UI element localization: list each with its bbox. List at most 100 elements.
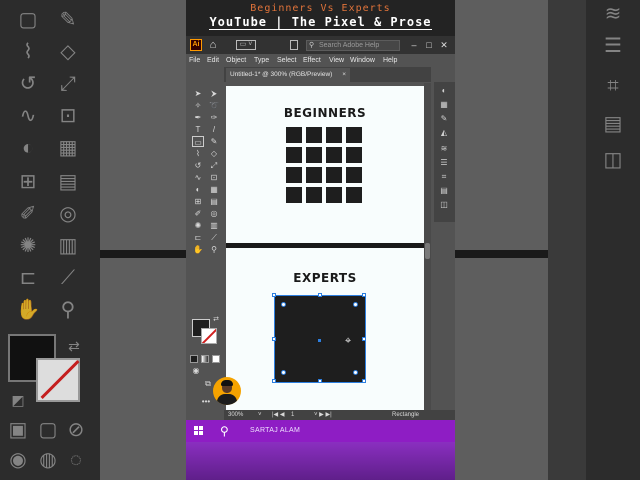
hand-tool-icon[interactable]: ✋ (192, 244, 204, 255)
grid-square[interactable] (346, 187, 362, 203)
scale-tool-icon[interactable]: ⤢ (208, 160, 220, 171)
artboard-next-icon[interactable]: ˅ ▶ ▶| (314, 410, 332, 420)
menu-help[interactable]: Help (383, 56, 397, 65)
grid-square[interactable] (286, 167, 302, 183)
transform-panel-icon[interactable]: ⌗ (438, 172, 450, 182)
eraser-tool-icon[interactable]: ◇ (208, 148, 220, 159)
grid-square[interactable] (286, 127, 302, 143)
artboard-beginners[interactable]: BEGINNERS (226, 86, 424, 244)
grid-square[interactable] (346, 127, 362, 143)
resize-handle-tc[interactable] (318, 293, 322, 297)
line-tool-icon[interactable]: / (208, 124, 220, 135)
minimize-icon[interactable]: – (408, 39, 420, 51)
magic-wand-tool-icon[interactable]: ✧ (192, 100, 204, 111)
shaper-tool-icon[interactable]: ⌇ (192, 148, 204, 159)
close-icon[interactable]: ✕ (438, 39, 450, 51)
grid-square[interactable] (346, 147, 362, 163)
properties-panel-icon[interactable]: ☰ (438, 158, 450, 168)
symbols-panel-icon[interactable]: ◭ (438, 128, 450, 138)
resize-handle-tl[interactable] (272, 293, 276, 297)
layers-panel-icon[interactable]: ≋ (438, 144, 450, 154)
menu-window[interactable]: Window (350, 56, 375, 65)
grid-square[interactable] (326, 187, 342, 203)
grid-square[interactable] (306, 167, 322, 183)
menu-type[interactable]: Type (254, 56, 269, 65)
artboard-tool-icon[interactable]: ⊏ (192, 232, 204, 243)
search-input[interactable]: ⚲ Search Adobe Help (306, 40, 400, 51)
paintbrush-tool-icon[interactable]: ✎ (208, 136, 220, 147)
perspective-grid-tool-icon[interactable]: ▦ (208, 184, 220, 195)
type-tool-icon[interactable]: T (192, 124, 204, 135)
maximize-icon[interactable]: □ (423, 39, 435, 51)
artboard-number[interactable]: 1 (291, 410, 294, 420)
rotate-tool-icon[interactable]: ↺ (192, 160, 204, 171)
resize-handle-bl[interactable] (272, 379, 276, 383)
resize-handle-br[interactable] (362, 379, 366, 383)
symbol-sprayer-tool-icon[interactable]: ✺ (192, 220, 204, 231)
grid-square[interactable] (306, 127, 322, 143)
menu-edit[interactable]: Edit (207, 56, 219, 65)
swap-colors-icon[interactable]: ⇄ (210, 314, 222, 325)
resize-handle-bc[interactable] (318, 379, 322, 383)
grid-square[interactable] (346, 167, 362, 183)
menu-view[interactable]: View (329, 56, 344, 65)
gradient-tool-icon[interactable]: ▤ (208, 196, 220, 207)
more-tools-icon[interactable]: ••• (200, 396, 212, 407)
selection-tool-icon[interactable]: ➤ (192, 88, 204, 99)
tab-close-icon[interactable]: × (342, 68, 346, 82)
rectangle-tool-icon[interactable]: ▭ (192, 136, 204, 147)
direct-selection-tool-icon[interactable]: ⮞ (208, 88, 220, 99)
color-panel-icon[interactable]: ◐ (438, 86, 450, 96)
document-tab[interactable]: Untitled-1* @ 300% (RGB/Preview) × (226, 68, 350, 82)
slice-tool-icon[interactable]: ⟋ (208, 232, 220, 243)
corner-widget-bl[interactable] (281, 370, 286, 375)
pathfinder-panel-icon[interactable]: ◫ (438, 200, 450, 210)
scrollbar-thumb[interactable] (425, 243, 430, 259)
eyedropper-tool-icon[interactable]: ✐ (192, 208, 204, 219)
grid-square[interactable] (306, 147, 322, 163)
pen-tool-icon[interactable]: ✒ (192, 112, 204, 123)
draw-mode-icon[interactable]: ◉ (190, 365, 202, 376)
free-transform-tool-icon[interactable]: ⊡ (208, 172, 220, 183)
warp-tool-icon[interactable]: ∿ (192, 172, 204, 183)
graph-tool-icon[interactable]: ▥ (208, 220, 220, 231)
grid-square[interactable] (306, 187, 322, 203)
grid-square[interactable] (286, 187, 302, 203)
none-mode-button[interactable] (212, 355, 220, 363)
gradient-mode-button[interactable] (201, 355, 209, 363)
artboard-experts[interactable]: EXPERTS ⌖ (226, 248, 424, 410)
stroke-color-swatch[interactable] (201, 328, 217, 344)
canvas-area[interactable]: BEGINNERS EXPERTS ⌖ (226, 83, 424, 410)
curvature-tool-icon[interactable]: ✑ (208, 112, 220, 123)
grid-square[interactable] (326, 167, 342, 183)
color-mode-button[interactable] (190, 355, 198, 363)
menu-file[interactable]: File (189, 56, 200, 65)
zoom-level[interactable]: 300% (228, 410, 243, 420)
home-icon[interactable]: ⌂ (207, 39, 219, 51)
resize-handle-mr[interactable] (362, 337, 366, 341)
resize-handle-tr[interactable] (362, 293, 366, 297)
menu-effect[interactable]: Effect (303, 56, 321, 65)
align-panel-icon[interactable]: ▤ (438, 186, 450, 196)
swatches-panel-icon[interactable]: ▦ (438, 100, 450, 110)
brushes-panel-icon[interactable]: ✎ (438, 114, 450, 124)
corner-widget-br[interactable] (353, 370, 358, 375)
resize-handle-ml[interactable] (272, 337, 276, 341)
lasso-tool-icon[interactable]: ➰ (208, 100, 220, 111)
zoom-dropdown-icon[interactable]: ˅ (258, 410, 262, 420)
screen-mode-icon[interactable]: ⧉ (202, 378, 214, 389)
artboard-nav-icon[interactable]: |◀ ◀ (272, 410, 284, 420)
vertical-scrollbar[interactable] (424, 83, 431, 410)
shape-builder-tool-icon[interactable]: ◐ (192, 184, 204, 195)
mesh-tool-icon[interactable]: ⊞ (192, 196, 204, 207)
menu-object[interactable]: Object (226, 56, 246, 65)
menu-select[interactable]: Select (277, 56, 296, 65)
grid-square[interactable] (286, 147, 302, 163)
taskbar-search-icon[interactable]: ⚲ (220, 424, 229, 438)
corner-widget-tr[interactable] (353, 302, 358, 307)
grid-square[interactable] (326, 127, 342, 143)
zoom-tool-icon[interactable]: ⚲ (208, 244, 220, 255)
workspace-icon[interactable]: ▭ ˅ (236, 40, 256, 50)
corner-widget-tl[interactable] (281, 302, 286, 307)
grid-square[interactable] (326, 147, 342, 163)
